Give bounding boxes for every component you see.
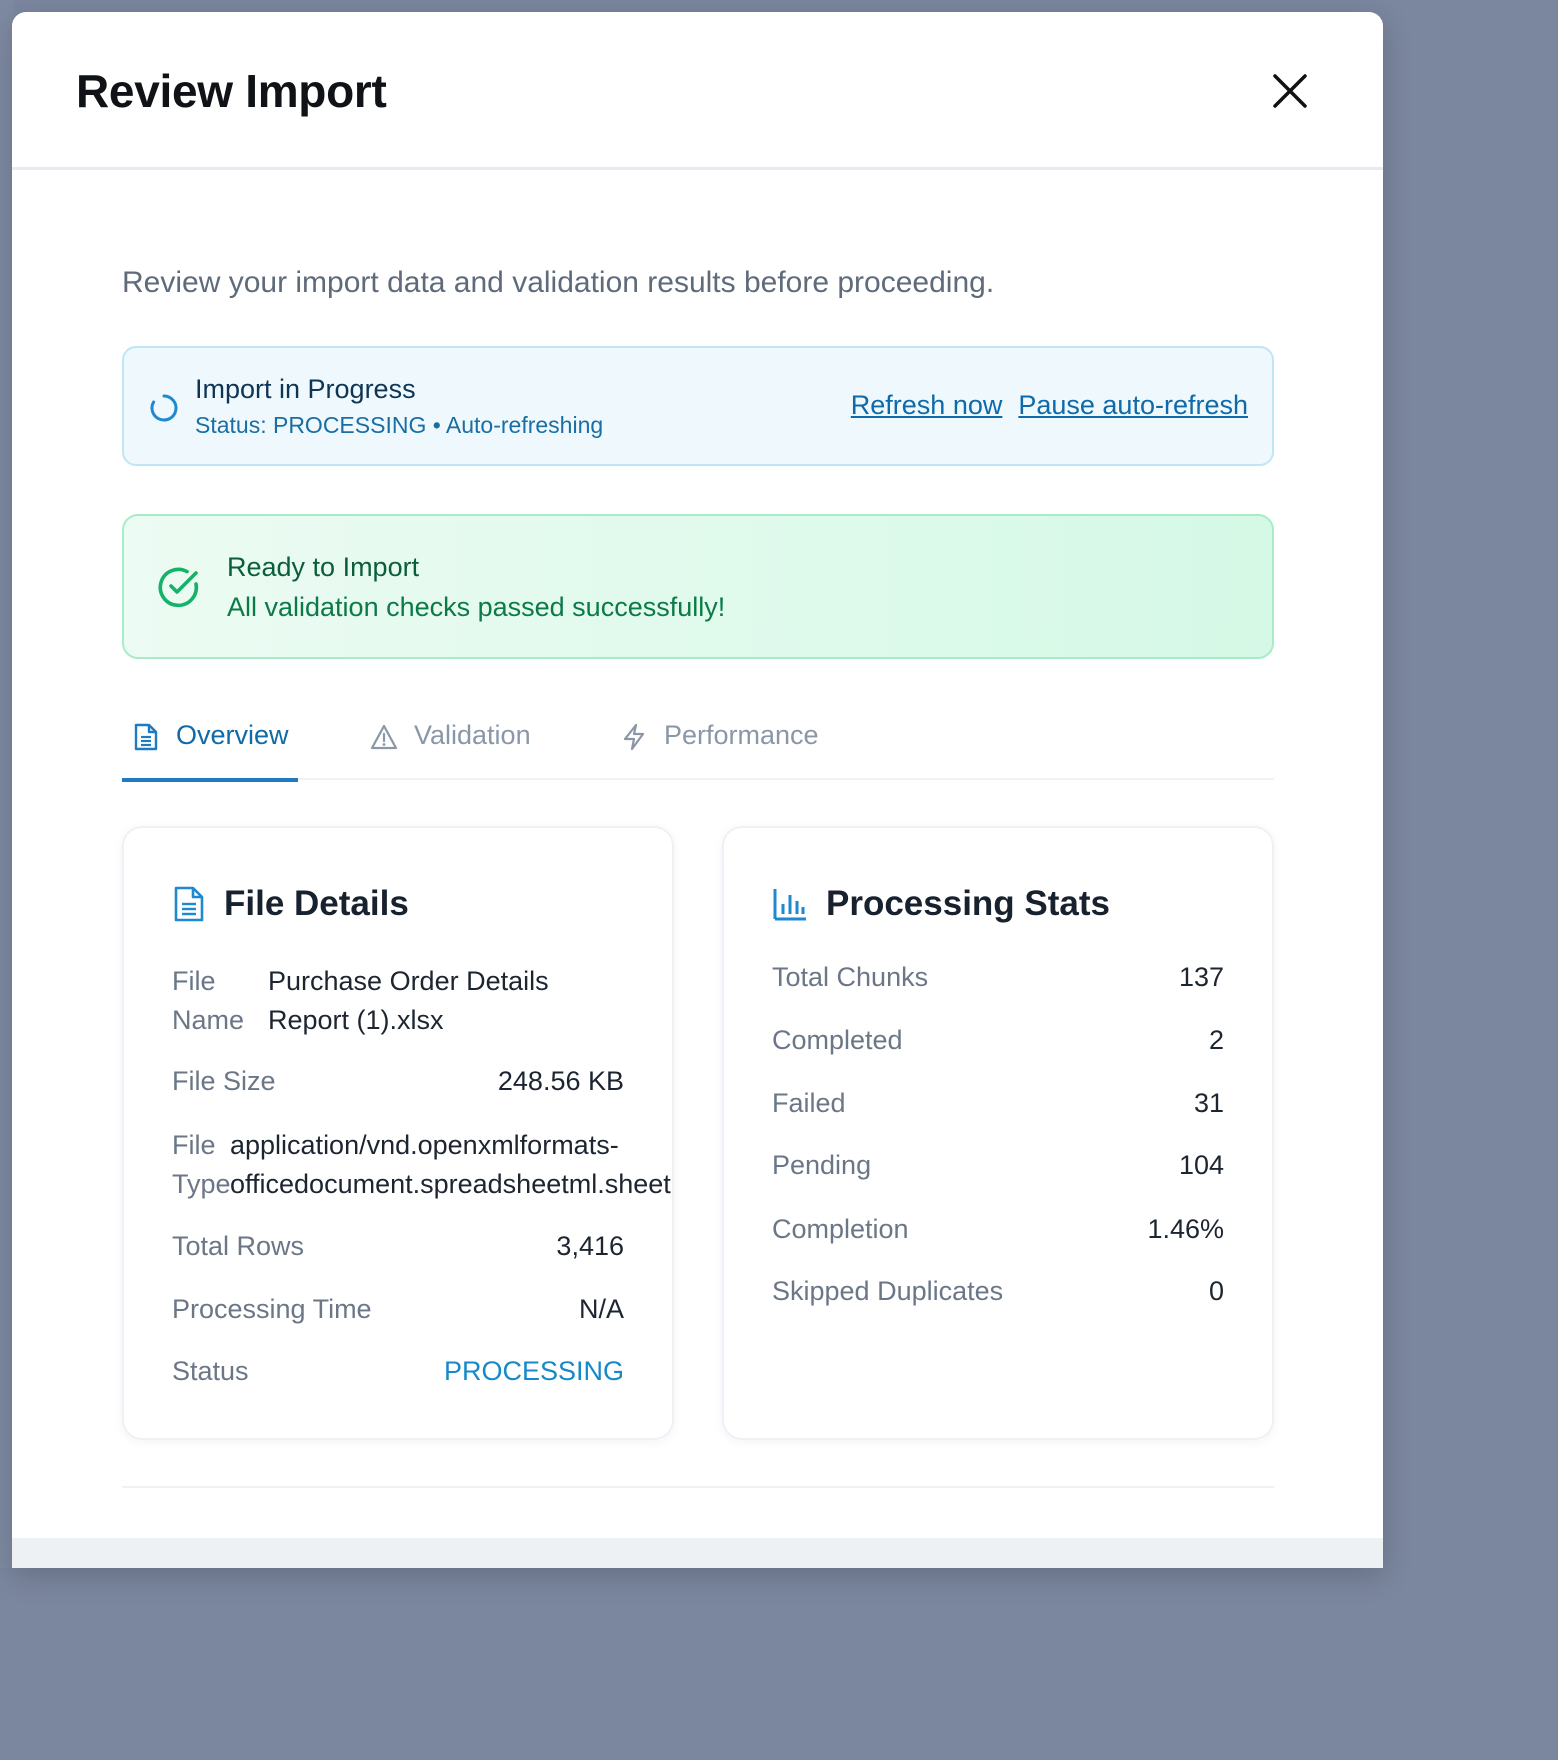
row-key: Total Chunks: [772, 962, 929, 992]
warning-icon: [370, 724, 398, 750]
status-badge: PROCESSING: [443, 1356, 624, 1386]
file-type-row: File Type application/vnd.openxmlformats…: [172, 1126, 682, 1204]
tab-label: Validation: [414, 720, 531, 750]
value-line: officedocument.spreadsheetml.sheet: [230, 1169, 671, 1199]
modal-footer-strip: [12, 1538, 1383, 1568]
row-value: 104: [1178, 1150, 1224, 1180]
row-value: Purchase Order Details Report (1).xlsx: [268, 962, 624, 1040]
row-value: N/A: [578, 1294, 624, 1324]
tab-label: Overview: [176, 720, 289, 750]
stat-row: Total Chunks 137: [772, 962, 1224, 993]
spinner-icon: [150, 394, 178, 422]
row-key: Pending: [772, 1150, 872, 1180]
modal-header: Review Import: [12, 12, 1383, 170]
bar-chart-icon: [773, 889, 806, 921]
stat-row: Failed 31: [772, 1088, 1224, 1119]
row-key: Skipped Duplicates: [772, 1276, 1004, 1306]
stat-row: Completed 2: [772, 1025, 1224, 1056]
key-line: File: [172, 966, 216, 996]
row-value: 248.56 KB: [497, 1066, 624, 1096]
document-icon: [174, 886, 204, 922]
footer-divider: [122, 1486, 1274, 1488]
card-title: File Details: [224, 884, 409, 923]
card-title: Processing Stats: [826, 884, 1110, 923]
ready-title: Ready to Import: [227, 552, 420, 582]
row-key: Processing Time: [172, 1294, 372, 1324]
progress-title: Import in Progress: [195, 374, 416, 404]
close-icon: [1273, 74, 1307, 108]
tab-performance[interactable]: Performance: [620, 720, 819, 780]
value-line: Purchase Order Details: [268, 966, 549, 996]
pause-auto-refresh-link[interactable]: Pause auto-refresh: [1018, 390, 1248, 421]
modal-title: Review Import: [76, 65, 387, 117]
processing-time-row: Processing Time N/A: [172, 1294, 624, 1325]
row-value: 31: [1193, 1088, 1224, 1118]
document-icon: [134, 723, 158, 751]
total-rows-row: Total Rows 3,416: [172, 1231, 624, 1262]
row-key: File Type: [172, 1126, 231, 1204]
row-value: 2: [1208, 1025, 1224, 1055]
processing-stats-card: Processing Stats Total Chunks 137 Comple…: [722, 826, 1274, 1440]
card-header: File Details: [172, 884, 409, 924]
stat-row: Skipped Duplicates 0: [772, 1276, 1224, 1307]
stat-row: Pending 104: [772, 1150, 1224, 1181]
row-key: Status: [172, 1356, 249, 1386]
row-key: Completion: [772, 1214, 909, 1244]
tab-validation[interactable]: Validation: [370, 720, 531, 780]
row-value: 0: [1208, 1276, 1224, 1306]
progress-actions: Refresh now Pause auto-refresh: [851, 390, 1248, 421]
row-value: 3,416: [556, 1231, 624, 1261]
tab-bar: Overview Validation Performance: [122, 720, 1274, 782]
row-key: File Size: [172, 1066, 276, 1096]
file-name-row: File Name Purchase Order Details Report …: [172, 962, 624, 1040]
tab-overview[interactable]: Overview: [122, 720, 298, 782]
key-line: Type: [172, 1169, 231, 1199]
check-circle-icon: [158, 567, 199, 608]
row-key: Total Rows: [172, 1231, 305, 1261]
import-progress-banner: Import in Progress Status: PROCESSING • …: [122, 346, 1274, 466]
refresh-now-link[interactable]: Refresh now: [851, 390, 1003, 421]
value-line: Report (1).xlsx: [268, 1005, 444, 1035]
close-button[interactable]: [1267, 68, 1313, 114]
row-value: application/vnd.openxmlformats- officedo…: [230, 1126, 682, 1204]
row-key: File Name: [172, 962, 268, 1040]
row-value: 1.46%: [1147, 1214, 1224, 1244]
progress-status: Status: PROCESSING • Auto-refreshing: [195, 412, 604, 438]
ready-to-import-banner: Ready to Import All validation checks pa…: [122, 514, 1274, 659]
status-row: Status PROCESSING: [172, 1356, 624, 1387]
row-key: Failed: [772, 1088, 846, 1118]
ready-message: All validation checks passed successfull…: [227, 592, 726, 622]
row-value: 137: [1178, 962, 1224, 992]
tab-label: Performance: [664, 720, 819, 750]
modal-subtitle: Review your import data and validation r…: [122, 266, 995, 299]
key-line: File: [172, 1130, 216, 1160]
file-details-card: File Details File Name Purchase Order De…: [122, 826, 674, 1440]
file-size-row: File Size 248.56 KB: [172, 1066, 624, 1097]
lightning-icon: [623, 723, 645, 751]
card-header: Processing Stats: [772, 884, 1110, 924]
row-key: Completed: [772, 1025, 903, 1055]
review-import-modal: Review Import Review your import data an…: [12, 12, 1383, 1568]
stat-row: Completion 1.46%: [772, 1214, 1224, 1245]
key-line: Name: [172, 1005, 245, 1035]
value-line: application/vnd.openxmlformats-: [230, 1130, 619, 1160]
